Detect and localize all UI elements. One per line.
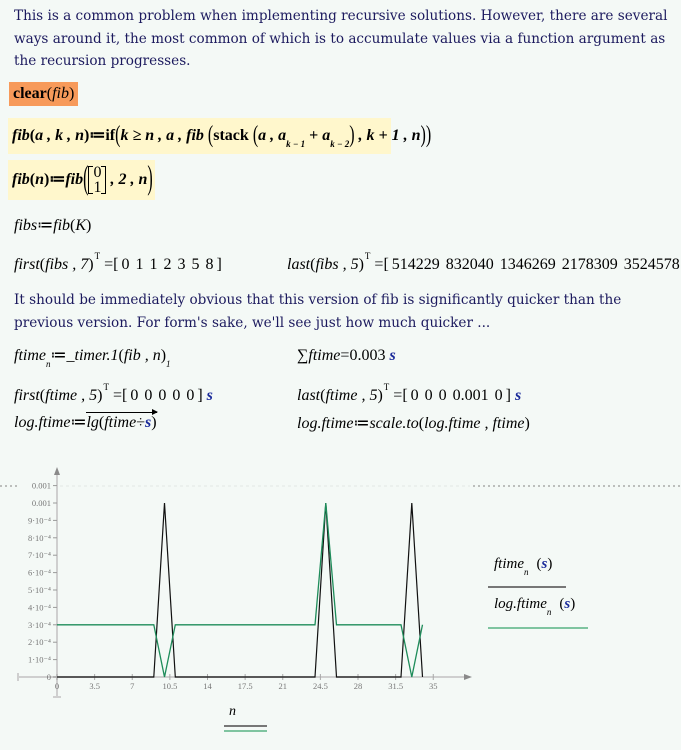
legend-label: log.ftime: [494, 596, 547, 612]
x-axis-label[interactable]: n: [229, 704, 236, 720]
y-tick-label: 6·10⁻⁴: [28, 568, 51, 578]
y-ticks: 0 1·10⁻⁴ 2·10⁻⁴ 3·10⁻⁴ 4·10⁻⁴ 5·10⁻⁴ 6·10⁻⁴ 7·1…: [28, 481, 57, 682]
x-label-line-log-ftime: [224, 730, 267, 732]
y-tick-label: 9·10⁻⁴: [28, 515, 51, 525]
legend-entry-ftime[interactable]: ftimen (s): [494, 556, 553, 577]
x-tick-label: 10.5: [162, 681, 177, 691]
y-tick-label: 0.001: [32, 498, 51, 508]
x-tick-label: 0: [55, 681, 59, 691]
legend-entry-log-ftime[interactable]: log.ftimen (s): [494, 596, 576, 617]
x-axis-arrow-icon: [464, 674, 472, 680]
legend-subscript: n: [524, 567, 529, 577]
x-axis-variable: n: [229, 704, 236, 719]
y-axis-arrow-icon: [54, 467, 60, 475]
x-tick-label: 28: [354, 681, 363, 691]
x-tick-label: 14: [203, 681, 212, 691]
series-line-log-ftime: [57, 502, 424, 678]
ftime-chart[interactable]: 0 1·10⁻⁴ 2·10⁻⁴ 3·10⁻⁴ 4·10⁻⁴ 5·10⁻⁴ 6·10⁻⁴ 7·1…: [0, 0, 681, 750]
y-tick-label: 8·10⁻⁴: [28, 533, 51, 543]
x-tick-label: 17.5: [238, 681, 253, 691]
y-tick-label: 2·10⁻⁴: [28, 637, 51, 647]
series-line-ftime: [57, 502, 424, 678]
x-tick-label: 3.5: [89, 681, 100, 691]
y-tick-label: 4·10⁻⁴: [28, 602, 51, 612]
paren: ): [570, 596, 576, 612]
x-label-line-ftime: [224, 725, 267, 727]
legend-line-ftime: [488, 586, 566, 588]
paren: ): [547, 556, 553, 572]
y-tick-label: 0: [47, 672, 51, 682]
x-tick-label: 7: [130, 681, 134, 691]
x-tick-label: 24.5: [313, 681, 328, 691]
y-tick-label: 3·10⁻⁴: [28, 620, 51, 630]
y-tick-label: 1·10⁻⁴: [28, 655, 51, 665]
y-tick-label: 0.001: [32, 481, 51, 491]
legend-line-log-ftime: [488, 627, 588, 629]
x-tick-label: 31.5: [388, 681, 403, 691]
legend-subscript: n: [546, 607, 552, 617]
x-tick-label: 35: [429, 681, 438, 691]
y-tick-label: 5·10⁻⁴: [28, 585, 51, 595]
x-tick-label: 21: [279, 681, 288, 691]
y-axis: [53, 467, 61, 698]
y-tick-label: 7·10⁻⁴: [28, 550, 51, 560]
legend-label: ftime: [494, 556, 524, 572]
series-group: [57, 502, 424, 678]
